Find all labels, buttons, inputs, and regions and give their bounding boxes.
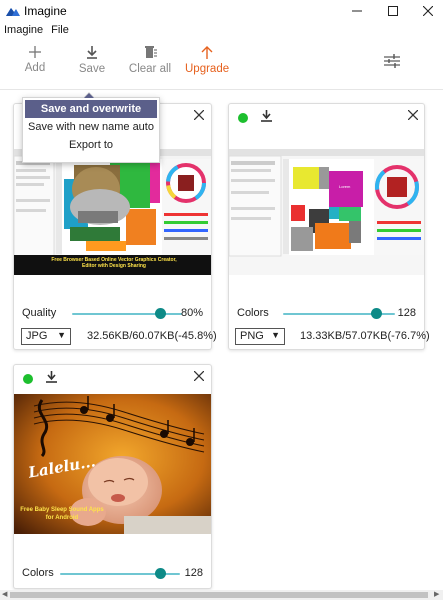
slider-knob[interactable] [370,308,382,319]
save-menu: Save and overwrite Save with new name au… [22,92,160,163]
add-button[interactable]: Add [24,46,46,74]
app-logo-icon [6,6,20,19]
format-select[interactable]: JPG ▼ [21,328,71,345]
image-card-2: Lorem Colors 128 PNG ▼ 13.33KB/57.07KB(-… [228,103,430,350]
size-info: 13.33KB/57.07KB(-76.7%) [300,330,430,342]
menu-save-overwrite[interactable]: Save and overwrite [25,100,157,118]
scrollbar-thumb[interactable] [10,592,428,598]
close-window-button[interactable] [410,0,443,22]
menu-bar: Imagine File [0,22,443,40]
slider-label: Quality [22,307,57,319]
menu-file[interactable]: File [47,22,73,40]
image-thumbnail[interactable]: Lorem [229,149,424,275]
maximize-icon [388,6,398,16]
canvas-text: Lorem [339,184,351,189]
minimize-button[interactable] [339,0,375,22]
maximize-button[interactable] [375,0,411,22]
colors-slider-row: Colors 128 [22,566,203,582]
status-dot-icon [23,374,33,384]
upgrade-button[interactable]: Upgrade [185,46,229,75]
size-info: 32.56KB/60.07KB(-45.8%) [87,330,217,342]
close-icon [407,109,419,121]
add-label: Add [24,62,46,74]
slider-value: 128 [184,567,203,579]
menu-imagine[interactable]: Imagine [0,22,47,40]
colors-slider-row: Colors 128 [237,306,416,322]
menu-save-new-name[interactable]: Save with new name auto [23,118,159,136]
dropdown-arrow-icon: ▼ [271,330,280,340]
image-thumbnail[interactable]: Free Browser Based Online Vector Graphic… [14,149,211,275]
minimize-icon [352,10,362,12]
plus-icon [29,46,41,58]
download-icon [46,371,57,383]
clear-all-button[interactable]: Clear all [128,46,172,75]
menu-export-to[interactable]: Export to [23,136,159,154]
toolbar: Add Save Clear all Upgrade [0,40,443,90]
quality-slider-row: Quality 80% [22,306,203,322]
slider-knob[interactable] [154,568,166,579]
download-button[interactable] [46,371,57,386]
slider-value: 128 [397,307,416,319]
slider-value: 80% [180,307,203,319]
save-button[interactable]: Save [77,46,107,75]
image-thumbnail[interactable]: Lalelu... Free Baby Sleep Sound Apps for… [14,394,211,534]
clear-all-label: Clear all [128,63,172,75]
upgrade-label: Upgrade [185,63,230,75]
slider-label: Colors [237,307,269,319]
format-value: JPG [26,330,48,342]
download-button[interactable] [261,110,272,125]
thumbnail-caption: Free Browser Based Online Vector Graphic… [51,257,177,269]
close-icon [193,370,205,382]
horizontal-scrollbar[interactable]: ◀ ▶ [0,590,443,600]
download-icon [261,110,272,122]
remove-image-button[interactable] [193,370,205,384]
settings-button[interactable] [384,54,400,71]
save-label: Save [78,63,106,75]
window-title: Imagine [24,4,67,18]
format-select[interactable]: PNG ▼ [235,328,285,345]
close-icon [423,6,433,16]
remove-image-button[interactable] [193,109,205,123]
photo-caption: Free Baby Sleep Sound Apps for Android [20,507,104,521]
slider-knob[interactable] [155,308,166,319]
clear-icon [145,46,157,58]
scroll-left-icon[interactable]: ◀ [2,590,7,598]
status-dot-icon [238,113,248,123]
remove-image-button[interactable] [407,109,419,123]
close-icon [193,109,205,121]
image-grid: Free Browser Based Online Vector Graphic… [0,91,443,600]
scroll-right-icon[interactable]: ▶ [434,590,439,598]
download-icon [87,46,97,59]
format-value: PNG [240,330,264,342]
image-card-3: Lalelu... Free Baby Sleep Sound Apps for… [13,364,212,589]
title-bar: Imagine [0,0,443,22]
slider-label: Colors [22,567,54,579]
dropdown-arrow-icon: ▼ [57,330,66,340]
arrow-up-icon [201,46,213,59]
sliders-icon [384,54,400,68]
